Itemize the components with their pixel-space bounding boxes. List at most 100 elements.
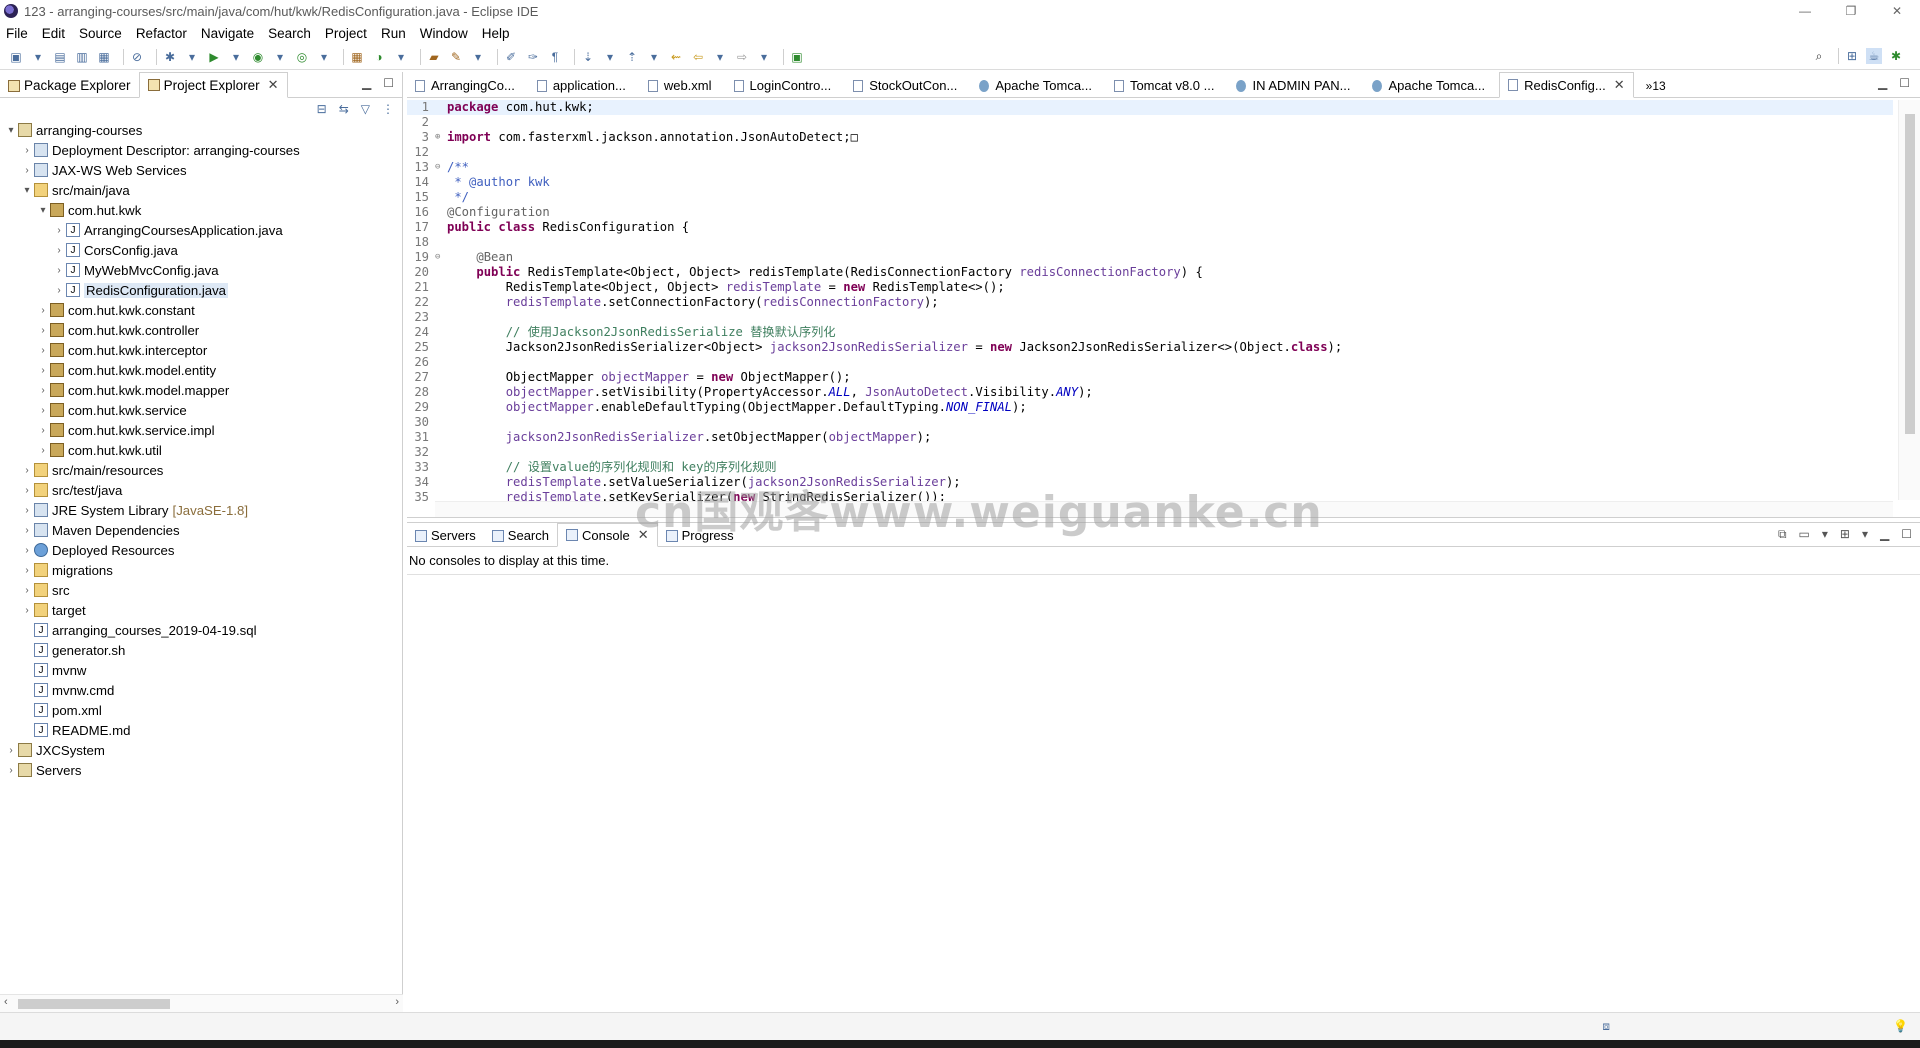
maximize-editor-icon[interactable]: ☐ (1899, 76, 1910, 90)
tree-item[interactable]: › J ArrangingCoursesApplication.java (0, 220, 402, 240)
maximize-view-icon[interactable]: ☐ (383, 76, 394, 90)
scroll-right-icon[interactable]: › (395, 996, 399, 1008)
tree-item[interactable]: › com.hut.kwk.util (0, 440, 402, 460)
tree-item[interactable]: › com.hut.kwk.constant (0, 300, 402, 320)
menu-search[interactable]: Search (268, 26, 311, 41)
toggle-block-selection-icon[interactable]: ✑ (525, 49, 541, 65)
tree-item[interactable]: Jgenerator.sh (0, 640, 402, 660)
tree-item[interactable]: › target (0, 600, 402, 620)
dropdown-arrow-icon[interactable]: ▾ (1862, 527, 1868, 542)
dropdown-arrow-icon[interactable]: ▾ (602, 49, 618, 65)
chevron-right-icon[interactable]: › (36, 345, 50, 356)
fold-marker-icon[interactable] (435, 220, 447, 235)
fold-marker-icon[interactable] (435, 385, 447, 400)
view-menu-icon[interactable]: ⋮ (382, 102, 394, 116)
chevron-right-icon[interactable]: › (36, 385, 50, 396)
chevron-down-icon[interactable]: ▾ (20, 185, 34, 196)
new-console-icon[interactable]: ⊞ (1840, 527, 1850, 542)
fold-marker-icon[interactable] (435, 370, 447, 385)
tree-item[interactable]: ▾ src/main/java (0, 180, 402, 200)
new-icon[interactable]: ▣ (8, 49, 24, 65)
print-icon[interactable]: ▦ (96, 49, 112, 65)
fold-marker-icon[interactable] (435, 265, 447, 280)
close-window-button[interactable]: ✕ (1874, 0, 1920, 22)
chevron-right-icon[interactable]: › (20, 585, 34, 596)
fold-marker-icon[interactable] (435, 280, 447, 295)
new-java-class-icon[interactable]: ◑ (371, 49, 387, 65)
open-type-icon[interactable]: ▰ (426, 49, 442, 65)
tree-item[interactable]: › com.hut.kwk.model.entity (0, 360, 402, 380)
dropdown-arrow-icon[interactable]: ▾ (712, 49, 728, 65)
tree-item[interactable]: › com.hut.kwk.service (0, 400, 402, 420)
chevron-right-icon[interactable]: › (4, 765, 18, 776)
tree-item[interactable]: › J MyWebMvcConfig.java (0, 260, 402, 280)
chevron-right-icon[interactable]: › (20, 485, 34, 496)
restore-button[interactable]: ❐ (1828, 0, 1874, 22)
menu-project[interactable]: Project (325, 26, 367, 41)
tree-item[interactable]: ▾ com.hut.kwk (0, 200, 402, 220)
editor-tab[interactable]: Tomcat v8.0 ... (1106, 74, 1223, 97)
tree-item[interactable]: › Deployment Descriptor: arranging-course… (0, 140, 402, 160)
collapse-all-icon[interactable]: ⊟ (317, 102, 327, 116)
explorer-horizontal-scrollbar[interactable]: ‹ › (0, 994, 403, 1012)
tree-item[interactable]: Jmvnw.cmd (0, 680, 402, 700)
chevron-down-icon[interactable]: ▾ (4, 125, 18, 136)
chevron-right-icon[interactable]: › (20, 565, 34, 576)
fold-marker-icon[interactable] (435, 190, 447, 205)
display-console-icon[interactable]: ▭ (1799, 527, 1810, 542)
menu-help[interactable]: Help (482, 26, 510, 41)
tree-item[interactable]: › src/test/java (0, 480, 402, 500)
menu-navigate[interactable]: Navigate (201, 26, 254, 41)
tree-item[interactable]: › Maven Dependencies (0, 520, 402, 540)
fold-marker-icon[interactable] (435, 475, 447, 490)
chevron-right-icon[interactable]: › (4, 745, 18, 756)
fold-marker-icon[interactable] (435, 100, 447, 115)
editor-tab[interactable]: web.xml (640, 74, 720, 97)
tree-item[interactable]: › JXCSystem (0, 740, 402, 760)
dropdown-arrow-icon[interactable]: ▾ (272, 49, 288, 65)
forward-icon[interactable]: ⇨ (734, 49, 750, 65)
close-icon[interactable]: ✕ (268, 77, 279, 93)
editor-tab[interactable]: Apache Tomca... (1364, 74, 1493, 97)
menu-run[interactable]: Run (381, 26, 406, 41)
minimize-view-icon[interactable]: ▁ (1880, 527, 1889, 542)
tab-search[interactable]: Search (484, 525, 557, 546)
open-perspective-icon[interactable]: ⊞ (1844, 48, 1860, 64)
fold-marker-icon[interactable] (435, 400, 447, 415)
fold-marker-icon[interactable] (435, 325, 447, 340)
chevron-right-icon[interactable]: › (20, 165, 34, 176)
tree-item[interactable]: › JRE System Library [JavaSE-1.8] (0, 500, 402, 520)
fold-marker-icon[interactable]: ⊖ (435, 160, 447, 175)
tree-item[interactable]: Jpom.xml (0, 700, 402, 720)
scroll-thumb[interactable] (18, 999, 170, 1009)
dropdown-arrow-icon[interactable]: ▾ (470, 49, 486, 65)
status-java-icon[interactable]: ⧈ (1602, 1019, 1610, 1034)
editor-tab[interactable]: IN ADMIN PAN... (1228, 74, 1358, 97)
debug-perspective-icon[interactable]: ✱ (1888, 48, 1904, 64)
debug-icon[interactable]: ✱ (162, 49, 178, 65)
tree-item[interactable]: › J CorsConfig.java (0, 240, 402, 260)
fold-marker-icon[interactable] (435, 445, 447, 460)
last-edit-location-icon[interactable]: ⇜ (668, 49, 684, 65)
chevron-right-icon[interactable]: › (52, 245, 66, 256)
fold-marker-icon[interactable] (435, 175, 447, 190)
fold-marker-icon[interactable] (435, 205, 447, 220)
fold-marker-icon[interactable] (435, 355, 447, 370)
chevron-right-icon[interactable]: › (52, 285, 66, 296)
tree-item[interactable]: › Servers (0, 760, 402, 780)
search-tool-icon[interactable]: ✎ (448, 49, 464, 65)
save-all-icon[interactable]: ▥ (74, 49, 90, 65)
coverage-icon[interactable]: ◉ (250, 49, 266, 65)
chevron-right-icon[interactable]: › (36, 445, 50, 456)
menu-source[interactable]: Source (79, 26, 122, 41)
tree-item[interactable]: › Deployed Resources (0, 540, 402, 560)
search-icon[interactable]: ⌕ (1811, 48, 1827, 64)
chevron-right-icon[interactable]: › (36, 305, 50, 316)
save-icon[interactable]: ▤ (52, 49, 68, 65)
skip-breakpoints-icon[interactable]: ⊘ (129, 49, 145, 65)
dropdown-arrow-icon[interactable]: ▾ (393, 49, 409, 65)
menu-window[interactable]: Window (420, 26, 468, 41)
chevron-right-icon[interactable]: › (36, 325, 50, 336)
chevron-right-icon[interactable]: › (20, 145, 34, 156)
fold-marker-icon[interactable] (435, 430, 447, 445)
